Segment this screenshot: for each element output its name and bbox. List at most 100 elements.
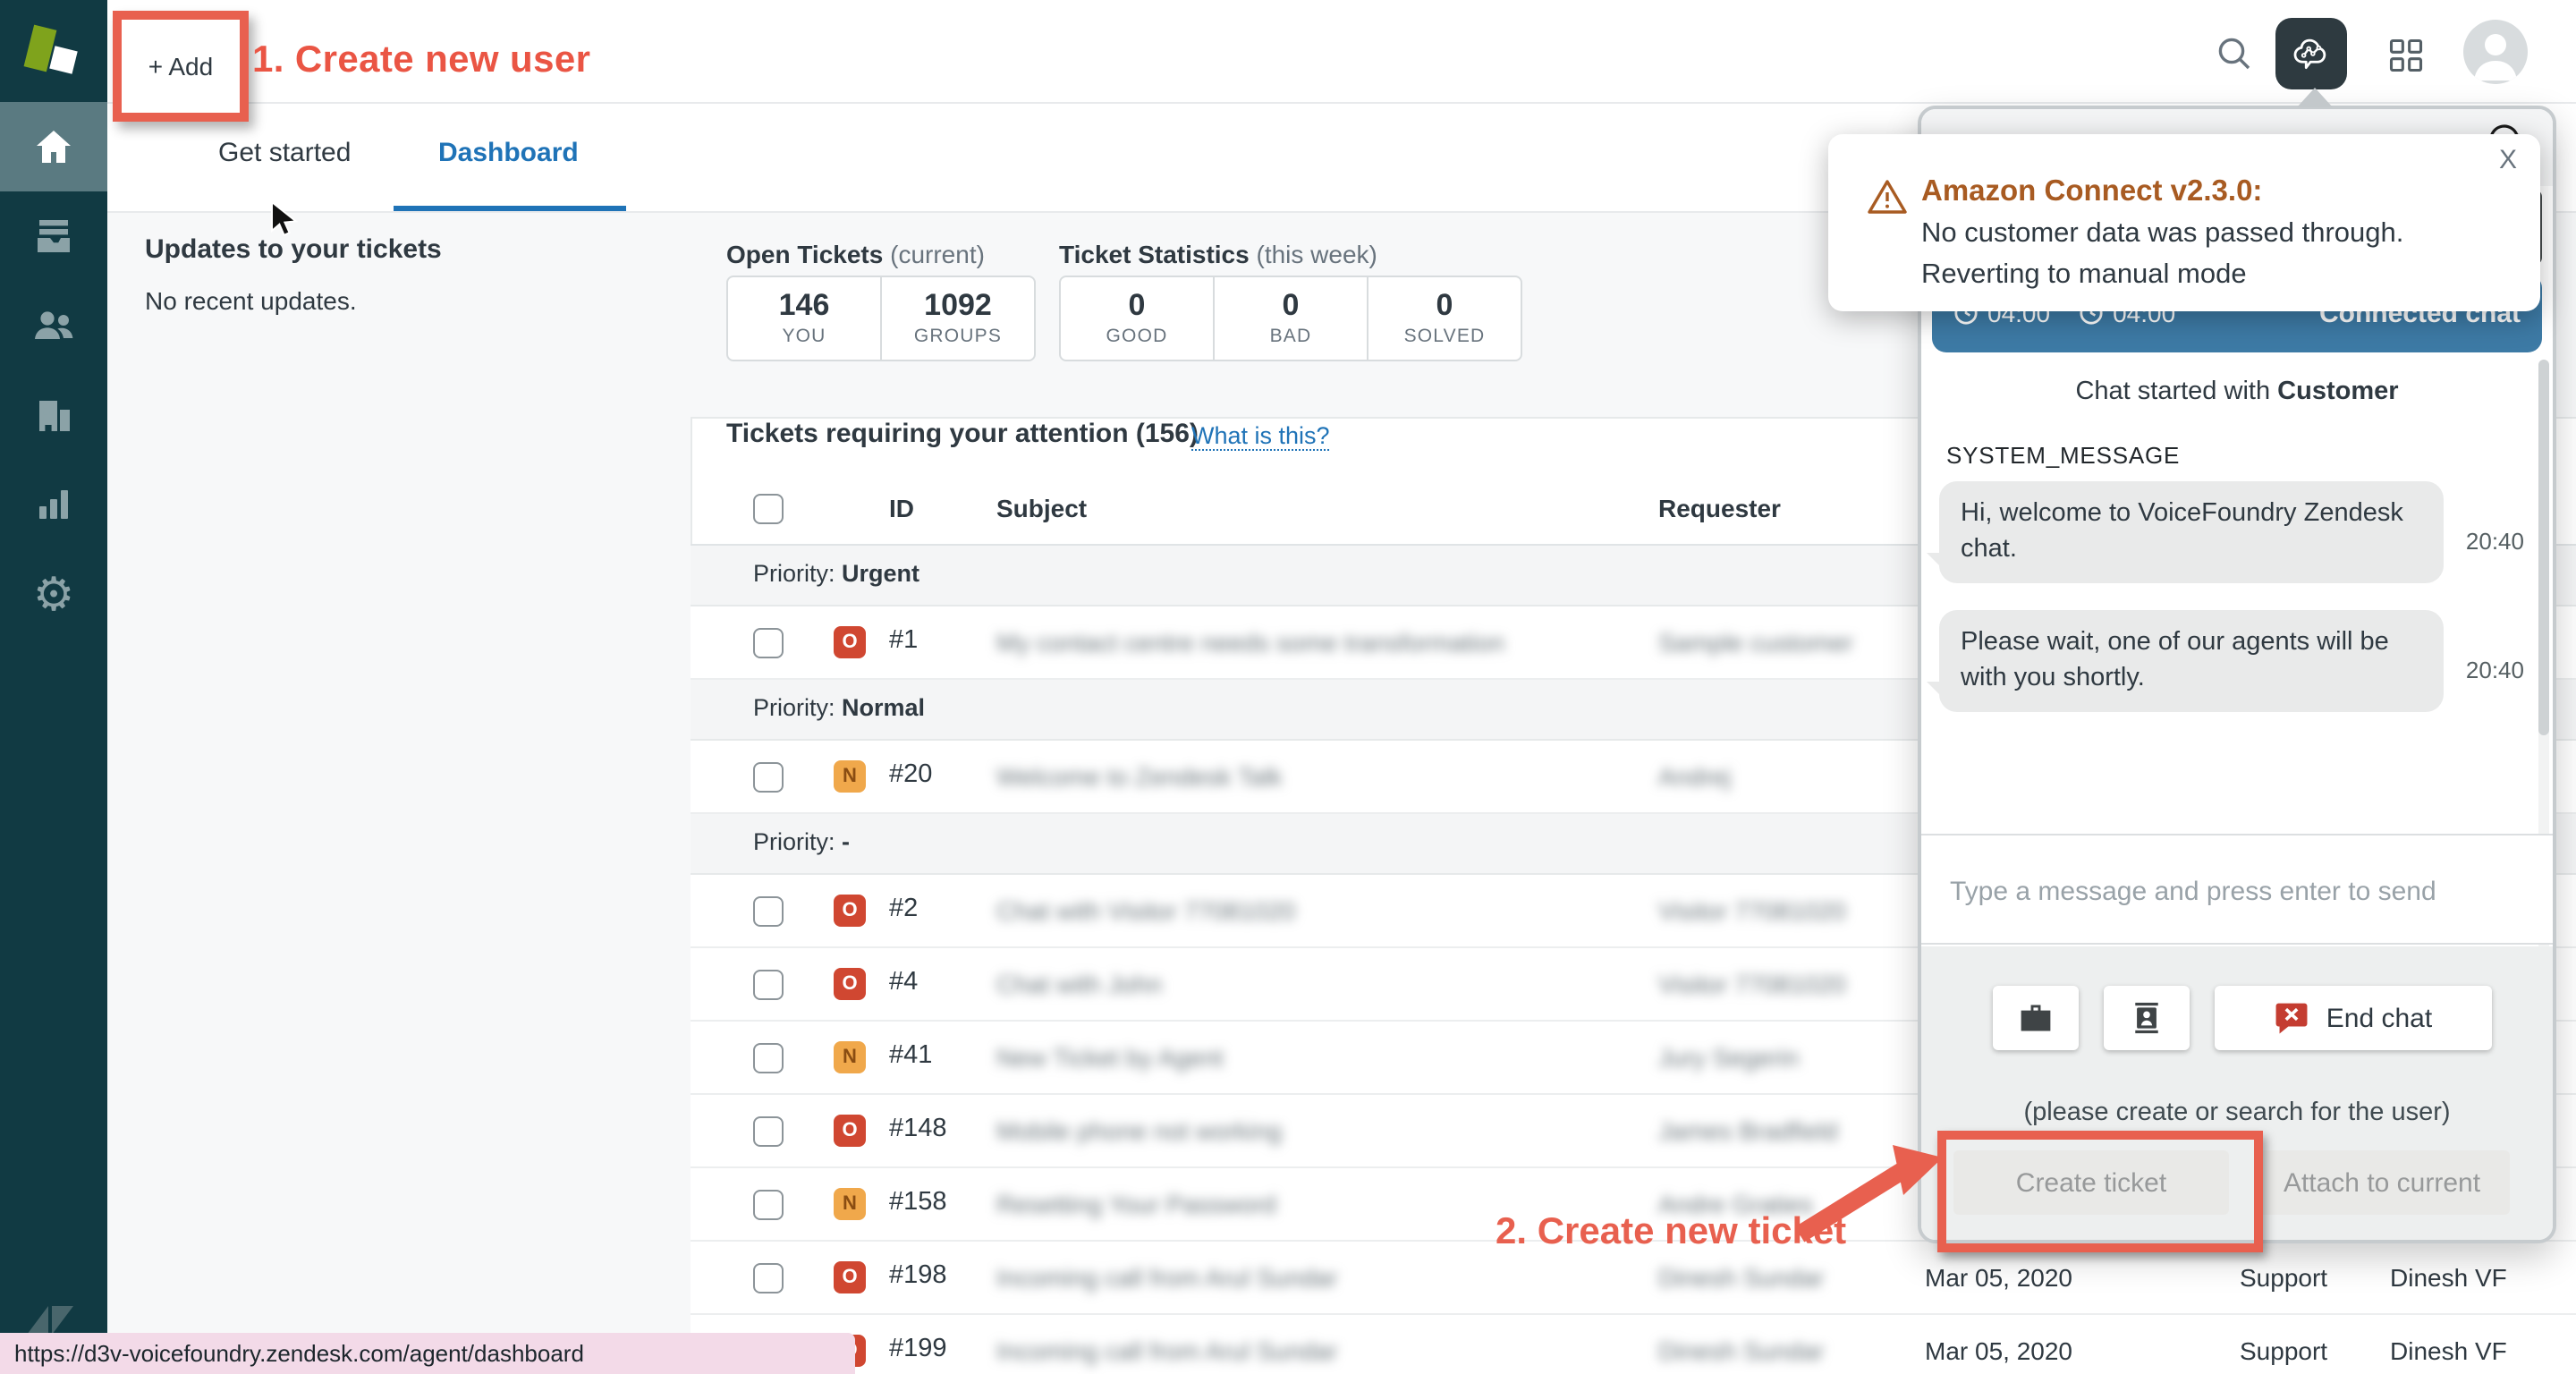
chat-message-time: 20:40 — [2466, 528, 2524, 555]
add-button[interactable]: + Add — [113, 11, 249, 122]
chat-started-line: Chat started with Customer — [1921, 377, 2553, 406]
ticket-subject: Chat with Visitor 77081020 — [996, 896, 1295, 925]
reporting-icon — [32, 483, 75, 526]
sidebar: ⚙ — [0, 0, 107, 1374]
status-badge: O — [834, 626, 866, 658]
contact-card-button[interactable] — [2104, 986, 2190, 1050]
stat-label: YOU — [782, 327, 826, 348]
panel-notch — [2297, 88, 2333, 107]
profile-avatar[interactable] — [2463, 20, 2528, 84]
ticket-statistics-cards: 0 GOOD 0BAD0SOLVED — [1059, 276, 1522, 361]
select-all-checkbox[interactable] — [753, 494, 784, 524]
row-checkbox[interactable] — [753, 628, 784, 658]
customers-icon — [30, 304, 77, 347]
toast-line-2: Reverting to manual mode — [1921, 259, 2247, 292]
ticket-assignee: Dinesh VF — [2390, 1336, 2507, 1365]
ticket-subject: Incoming call from Arul Sundar — [996, 1263, 1337, 1292]
chat-message-input[interactable] — [1946, 850, 2490, 932]
search-icon[interactable] — [2215, 34, 2254, 82]
tab-dashboard[interactable]: Dashboard — [438, 138, 579, 168]
stat-cell: 0BAD — [1215, 277, 1368, 360]
status-badge: N — [834, 760, 866, 793]
ticket-statistics-heading: Ticket Statistics (this week) — [1059, 240, 1377, 268]
tab-get-started[interactable]: Get started — [218, 138, 351, 168]
priority-group-label: Priority: Normal — [753, 694, 925, 721]
ticket-requester: Dinesh Sundar — [1658, 1263, 1824, 1292]
row-checkbox[interactable] — [753, 762, 784, 793]
end-chat-icon — [2275, 1000, 2310, 1036]
ticket-requester: Visitor 77081020 — [1658, 896, 1846, 925]
amazon-connect-icon[interactable] — [2275, 18, 2347, 89]
row-checkbox[interactable] — [753, 1043, 784, 1073]
ticket-group: Support — [2240, 1263, 2327, 1292]
sidebar-item-admin[interactable]: ⚙ — [0, 549, 107, 639]
status-badge: O — [834, 968, 866, 1000]
ticket-id: #148 — [889, 1115, 947, 1143]
sidebar-item-customers[interactable] — [0, 281, 107, 370]
ticket-id: #198 — [889, 1261, 947, 1290]
updates-empty-text: No recent updates. — [145, 286, 357, 315]
sidebar-item-views[interactable] — [0, 191, 107, 281]
priority-group-label: Priority: - — [753, 828, 850, 855]
col-subject: Subject — [996, 494, 1087, 522]
sidebar-item-reporting[interactable] — [0, 460, 107, 549]
create-or-search-hint: (please create or search for the user) — [1921, 1098, 2553, 1127]
ticket-row[interactable]: O#199Incoming call from Arul SundarDines… — [691, 1315, 2576, 1374]
stat-value: 0 — [1283, 289, 1300, 322]
stat-value: 1092 — [924, 289, 992, 322]
row-checkbox[interactable] — [753, 1116, 784, 1147]
col-id: ID — [889, 494, 914, 522]
ticket-date: Mar 05, 2020 — [1925, 1336, 2072, 1365]
sidebar-item-organizations[interactable] — [0, 370, 107, 460]
chat-footer: End chat (please create or search for th… — [1921, 946, 2553, 1240]
sidebar-item-home[interactable] — [0, 102, 107, 191]
row-checkbox[interactable] — [753, 1263, 784, 1293]
briefcase-icon — [2018, 1000, 2054, 1036]
ticket-id: #4 — [889, 968, 918, 997]
stat-cell: 0SOLVED — [1368, 277, 1521, 360]
open-tickets-heading: Open Tickets (current) — [726, 240, 985, 268]
chat-message-bubble: Please wait, one of our agents will be w… — [1939, 610, 2444, 712]
ticket-assignee: Dinesh VF — [2390, 1263, 2507, 1292]
status-badge: O — [834, 895, 866, 927]
apps-grid-icon[interactable] — [2386, 36, 2426, 84]
system-message-label: SYSTEM_MESSAGE — [1946, 442, 2180, 469]
stat-label: GOOD — [1106, 327, 1168, 348]
stat-value: 0 — [1129, 289, 1146, 322]
ticket-subject: Resetting Your Password — [996, 1190, 1276, 1218]
ticket-id: #158 — [889, 1188, 947, 1217]
chat-message-bubble: Hi, welcome to VoiceFoundry Zendesk chat… — [1939, 481, 2444, 583]
row-checkbox[interactable] — [753, 970, 784, 1000]
ticket-group: Support — [2240, 1336, 2327, 1365]
updates-panel — [107, 211, 692, 1374]
views-icon — [32, 215, 75, 258]
attach-to-current-button[interactable]: Attach to current — [2254, 1150, 2510, 1215]
ticket-subject: My contact centre needs some transformat… — [996, 628, 1504, 657]
chat-scrollbar-thumb[interactable] — [2538, 360, 2549, 735]
ticket-requester: Andrej — [1658, 762, 1731, 791]
browser-status-bar: https://d3v-voicefoundry.zendesk.com/age… — [0, 1333, 855, 1374]
end-chat-button[interactable]: End chat — [2215, 986, 2492, 1050]
col-requester: Requester — [1658, 494, 1781, 522]
end-chat-label: End chat — [2326, 1003, 2432, 1033]
ticket-requester: Dinesh Sundar — [1658, 1336, 1824, 1365]
what-is-this-link[interactable]: What is this? — [1191, 422, 1330, 451]
chat-input-area — [1921, 834, 2553, 945]
annotation-box-create-ticket — [1937, 1131, 2263, 1252]
stat-value: 146 — [779, 289, 830, 322]
toolbox-button[interactable] — [1993, 986, 2079, 1050]
ticket-subject: Chat with John — [996, 970, 1162, 998]
ticket-subject: Incoming call from Arul Sundar — [996, 1336, 1337, 1365]
row-checkbox[interactable] — [753, 1190, 784, 1220]
toast-close-icon[interactable]: X — [2499, 145, 2517, 175]
chat-message-time: 20:40 — [2466, 657, 2524, 683]
ticket-id: #199 — [889, 1335, 947, 1363]
gear-icon: ⚙ — [33, 571, 75, 617]
warning-icon — [1868, 179, 1907, 224]
home-icon — [32, 125, 75, 168]
row-checkbox[interactable] — [753, 896, 784, 927]
priority-group-label: Priority: Urgent — [753, 560, 919, 587]
ticket-requester: Sample customer — [1658, 628, 1853, 657]
ticket-subject: New Ticket by Agent — [996, 1043, 1224, 1072]
amazon-connect-toast: Amazon Connect v2.3.0: No customer data … — [1828, 134, 2540, 311]
